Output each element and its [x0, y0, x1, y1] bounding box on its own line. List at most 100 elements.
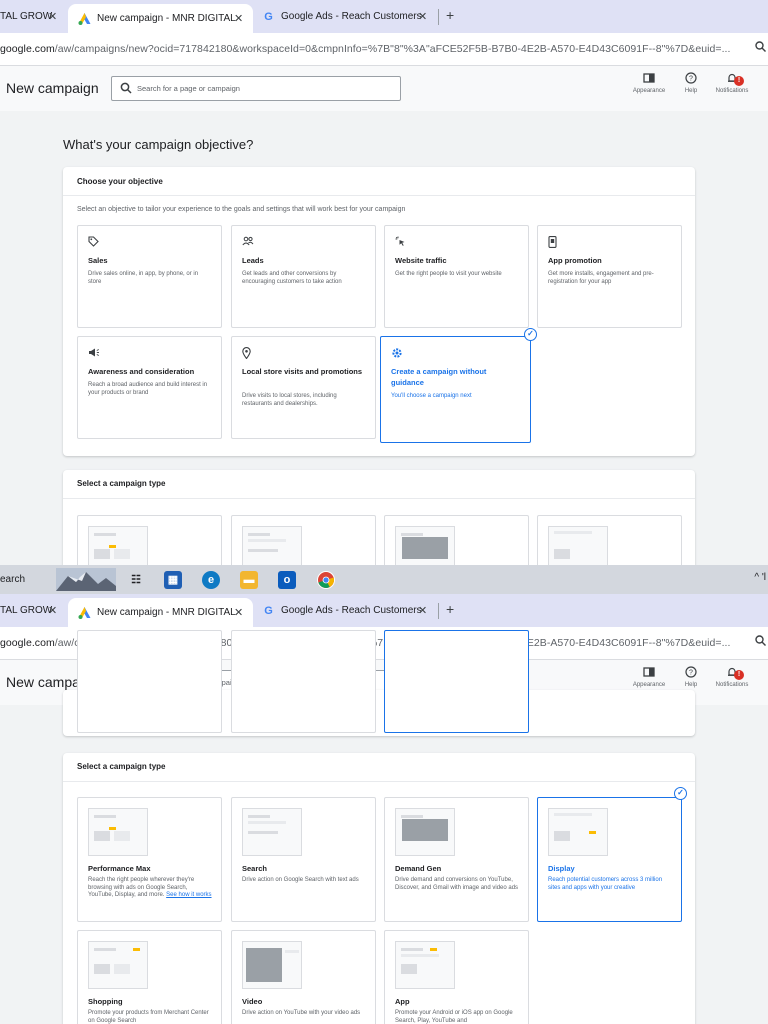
notifications-button[interactable]: ! Notifications [710, 666, 754, 688]
appearance-button[interactable]: Appearance [627, 72, 671, 94]
type-tile-display[interactable]: Display Reach potential customers across… [537, 797, 682, 922]
url-text[interactable]: google.com/aw/campaigns/new?ocid=7178421… [0, 43, 731, 55]
type-tile-performance-max[interactable] [77, 515, 222, 565]
type-tile-app[interactable]: App Promote your Android or iOS app on G… [384, 930, 529, 1024]
new-tab-button[interactable]: + [446, 601, 454, 617]
store-icon[interactable]: ▦ [164, 571, 182, 589]
close-icon[interactable]: ✕ [418, 604, 427, 617]
objective-subtitle: Select an objective to tailor your exper… [77, 206, 406, 213]
tab-tal-grow[interactable]: TAL GROW ✕ [0, 4, 58, 29]
tab-google-ads[interactable]: G Google Ads - Reach Customers ✕ [262, 4, 440, 29]
help-button[interactable]: ? Help [669, 72, 713, 94]
search-thumbnail [242, 526, 302, 565]
tile-description: Get leads and other conversions by encou… [242, 271, 342, 285]
help-icon: ? [669, 666, 713, 682]
google-g-icon: G [264, 604, 273, 617]
type-title: Video [242, 997, 263, 1006]
divider [63, 195, 695, 196]
objective-tile-local-store[interactable]: Local store visits and promotions Drive … [231, 336, 376, 439]
close-icon[interactable]: ✕ [234, 606, 243, 619]
campaign-type-card-title: Select a campaign type [77, 762, 166, 771]
type-title: App [395, 997, 410, 1006]
system-tray[interactable]: ^ 'l [754, 572, 766, 583]
display-thumbnail [548, 808, 608, 856]
video-thumbnail [242, 941, 302, 989]
address-bar[interactable]: google.com/aw/campaigns/new?ocid=7178421… [0, 33, 768, 66]
tab-strip: TAL GROW ✕ New campaign - MNR DIGITAL ✕ … [0, 0, 768, 33]
appearance-button[interactable]: Appearance [627, 666, 671, 688]
outlook-icon[interactable]: o [278, 571, 296, 589]
close-icon[interactable]: ✕ [418, 10, 427, 23]
close-icon[interactable]: ✕ [48, 604, 57, 617]
app-thumbnail [395, 941, 455, 989]
chrome-icon[interactable] [317, 571, 335, 589]
browser-window-bottom: TAL GROW ✕ New campaign - MNR DIGITAL ✕ … [0, 594, 768, 1024]
type-tile-demand-gen[interactable]: Demand Gen Drive demand and conversions … [384, 797, 529, 922]
tab-tal-grow[interactable]: TAL GROW ✕ [0, 598, 58, 623]
tab-google-ads[interactable]: G Google Ads - Reach Customers ✕ [262, 598, 440, 623]
help-label: Help [684, 682, 698, 688]
tab-label: Google Ads - Reach Customers [281, 11, 422, 22]
type-description: Reach potential customers across 3 milli… [548, 877, 663, 891]
demand-gen-thumbnail [395, 526, 455, 565]
type-tile-demand-gen[interactable] [384, 515, 529, 565]
objective-tile-scrolled[interactable] [231, 630, 376, 733]
type-tile-shopping[interactable]: Shopping Promote your products from Merc… [77, 930, 222, 1024]
bell-icon [710, 666, 754, 682]
notifications-button[interactable]: ! Notifications [710, 72, 754, 94]
tab-strip: TAL GROW ✕ New campaign - MNR DIGITAL ✕ … [0, 594, 768, 627]
help-icon: ? [669, 72, 713, 88]
google-ads-icon [78, 606, 91, 619]
search-zoom-icon[interactable] [755, 635, 766, 649]
notifications-label: Notifications [715, 88, 749, 94]
edge-icon[interactable]: e [202, 571, 220, 589]
type-title: Performance Max [88, 864, 151, 873]
tile-description: Get more installs, engagement and pre-re… [548, 271, 654, 285]
taskbar-search[interactable]: earch [0, 574, 25, 585]
type-tile-performance-max[interactable]: Performance Max Reach the right people w… [77, 797, 222, 922]
windows-taskbar: earch ☷ ▦ e ▬ o ^ 'l [0, 565, 768, 594]
new-tab-button[interactable]: + [446, 7, 454, 23]
close-icon[interactable]: ✕ [234, 12, 243, 25]
tab-divider [438, 603, 439, 619]
objective-tile-app-promotion[interactable]: App promotion Get more installs, engagem… [537, 225, 682, 328]
objective-tile-leads[interactable]: Leads Get leads and other conversions by… [231, 225, 376, 328]
performance-max-thumbnail [88, 808, 148, 856]
search-input[interactable]: Search for a page or campaign [111, 76, 401, 101]
objective-tile-scrolled[interactable] [77, 630, 222, 733]
close-icon[interactable]: ✕ [48, 10, 57, 23]
selected-check-icon: ✓ [524, 328, 537, 341]
tile-title: Local store visits and promotions [242, 367, 363, 376]
url-host: google.com [0, 43, 55, 55]
see-how-it-works-link[interactable]: See how it works [166, 892, 211, 898]
objective-tile-awareness[interactable]: Awareness and consideration Reach a broa… [77, 336, 222, 439]
tile-description: Drive sales online, in app, by phone, or… [88, 271, 199, 285]
task-view-icon[interactable]: ☷ [127, 571, 145, 589]
tab-new-campaign[interactable]: New campaign - MNR DIGITAL ✕ [68, 4, 253, 33]
type-description: Drive action on YouTube with your video … [242, 1010, 361, 1016]
demand-gen-thumbnail [395, 808, 455, 856]
people-icon [242, 236, 254, 248]
appearance-label: Appearance [632, 88, 666, 94]
gear-icon [391, 347, 403, 359]
search-zoom-icon[interactable] [755, 41, 766, 55]
objective-tile-website-traffic[interactable]: Website traffic Get the right people to … [384, 225, 529, 328]
file-explorer-icon[interactable]: ▬ [240, 571, 258, 589]
divider [63, 498, 695, 499]
tile-title: Website traffic [395, 256, 447, 265]
objective-tile-sales[interactable]: Sales Drive sales online, in app, by pho… [77, 225, 222, 328]
svg-text:?: ? [689, 76, 693, 83]
type-tile-search[interactable] [231, 515, 376, 565]
type-tile-video[interactable]: Video Drive action on YouTube with your … [231, 930, 376, 1024]
campaign-type-card: Select a campaign type Performance Max R… [63, 753, 695, 1024]
objective-tile-no-guidance[interactable]: Create a campaign without guidance You'l… [380, 336, 531, 443]
tab-new-campaign[interactable]: New campaign - MNR DIGITAL ✕ [68, 598, 253, 627]
objective-tile-selected-scrolled[interactable] [384, 630, 529, 733]
appearance-label: Appearance [632, 682, 666, 688]
url-host: google.com [0, 637, 55, 649]
type-description: Promote your Android or iOS app on Googl… [395, 1010, 513, 1024]
objective-card-scrolled [63, 630, 695, 736]
type-tile-display[interactable] [537, 515, 682, 565]
type-tile-search[interactable]: Search Drive action on Google Search wit… [231, 797, 376, 922]
help-button[interactable]: ? Help [669, 666, 713, 688]
